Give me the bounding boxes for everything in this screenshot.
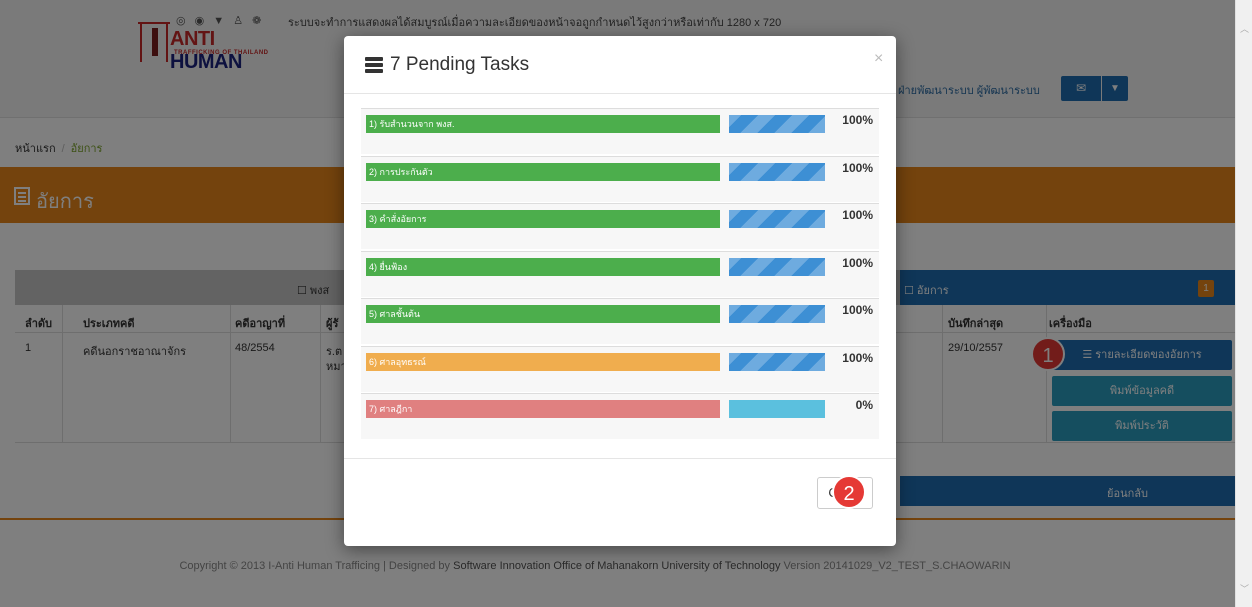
task-label[interactable]: 6) ศาลอุทธรณ์ [366,352,720,371]
task-percent: 100% [842,113,873,127]
task-progress-fill [729,210,825,228]
close-icon[interactable]: × [874,50,883,68]
task-row: 6) ศาลอุทธรณ์ 100% [361,345,879,392]
task-progress-fill [729,352,825,371]
task-progress-bar [729,305,825,323]
scroll-down-icon[interactable]: ﹀ [1240,582,1249,595]
task-row: 5) ศาลชั้นต้น 100% [361,298,879,344]
task-progress-bar [729,162,825,181]
task-percent: 100% [842,208,873,222]
task-label[interactable]: 2) การประกันตัว [366,162,720,181]
modal-header: 7 Pending Tasks × [344,36,896,94]
task-progress-bar [729,115,825,133]
task-row: 2) การประกันตัว 100% [361,155,879,202]
task-label[interactable]: 7) ศาลฎีกา [366,400,720,418]
task-percent: 100% [842,255,873,270]
task-progress-bar [729,257,825,276]
task-progress-fill [729,305,825,323]
scroll-up-icon[interactable]: ︿ [1240,22,1249,35]
page-scrollbar[interactable]: ︿ ﹀ [1235,0,1252,607]
task-percent: 100% [842,350,873,365]
task-label[interactable]: 3) คำสั่งอัยการ [366,210,720,228]
task-list: 1) รับสำนวนจาก พงส. 100% 2) การประกันตัว 10… [361,108,879,439]
task-row: 7) ศาลฎีกา 0% [361,393,879,439]
task-row: 3) คำสั่งอัยการ 100% [361,203,879,249]
modal-footer-divider [344,458,896,459]
task-row: 4) ยื่นฟ้อง 100% [361,250,879,297]
modal-title: 7 Pending Tasks [390,54,530,75]
task-label[interactable]: 4) ยื่นฟ้อง [366,257,720,276]
task-progress-fill [729,115,825,133]
tasks-icon [365,57,383,74]
annotation-marker-2: 2 [832,475,866,509]
task-row: 1) รับสำนวนจาก พงส. 100% [361,108,879,154]
task-percent: 0% [855,398,873,412]
task-progress-bar [729,210,825,228]
task-label[interactable]: 5) ศาลชั้นต้น [366,305,720,323]
task-progress-fill [729,162,825,181]
task-percent: 100% [842,160,873,175]
task-progress-bar [729,400,825,418]
task-percent: 100% [842,303,873,317]
task-progress-fill [729,400,825,418]
task-progress-bar [729,352,825,371]
task-progress-fill [729,257,825,276]
task-label[interactable]: 1) รับสำนวนจาก พงส. [366,115,720,133]
pending-tasks-modal: 7 Pending Tasks × 1) รับสำนวนจาก พงส. 100… [344,36,896,546]
